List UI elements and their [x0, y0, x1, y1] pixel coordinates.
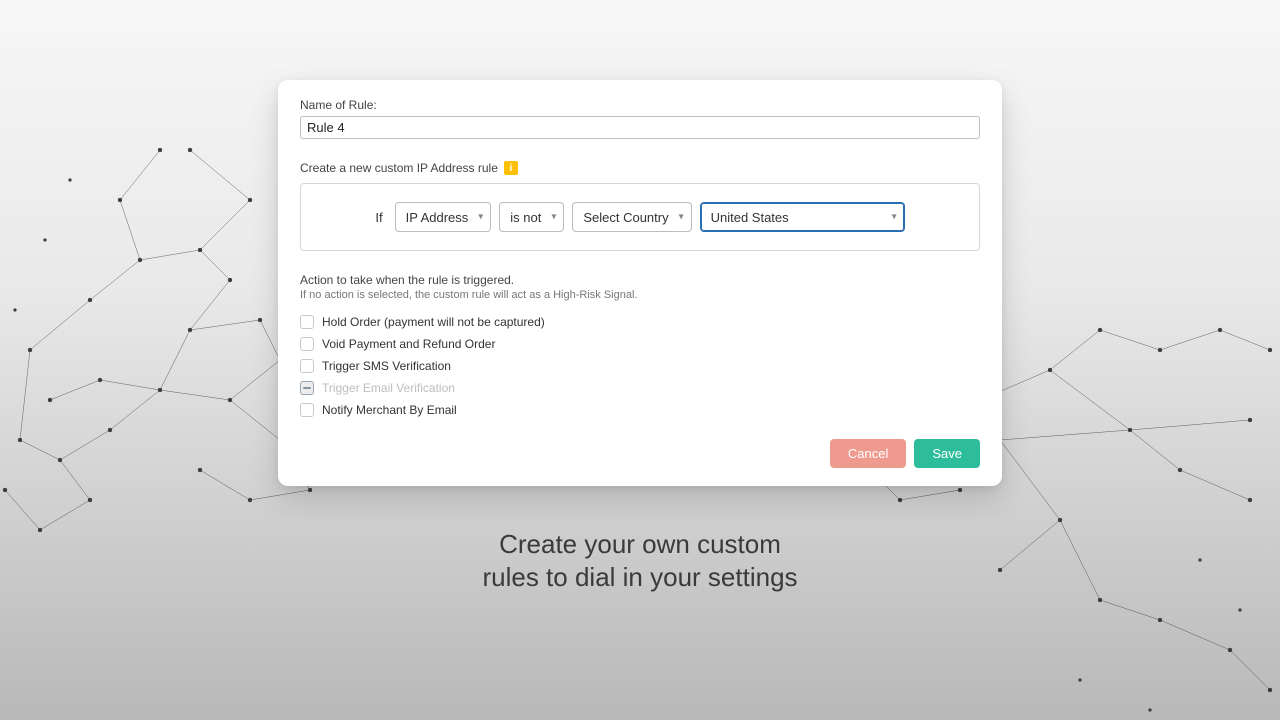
action-void-refund[interactable]: Void Payment and Refund Order [300, 337, 980, 351]
checkbox-label: Trigger Email Verification [322, 381, 455, 395]
selector-dropdown-value: Select Country [583, 210, 668, 225]
rule-name-input[interactable] [300, 116, 980, 139]
checkbox[interactable] [300, 337, 314, 351]
rule-builder-panel: If IP Address ▾ is not ▾ Select Country … [300, 183, 980, 251]
checkbox-label: Hold Order (payment will not be captured… [322, 315, 545, 329]
field-dropdown[interactable]: IP Address ▾ [395, 202, 492, 232]
field-dropdown-value: IP Address [406, 210, 469, 225]
action-hint-sub: If no action is selected, the custom rul… [300, 289, 980, 301]
tagline-line-1: Create your own custom [482, 528, 797, 561]
modal-footer: Cancel Save [300, 439, 980, 468]
checkbox-indeterminate [300, 381, 314, 395]
checkbox[interactable] [300, 315, 314, 329]
action-email-verification: Trigger Email Verification [300, 381, 980, 395]
action-hint: Action to take when the rule is triggere… [300, 273, 980, 287]
country-value-text: United States [711, 210, 789, 225]
tagline-line-2: rules to dial in your settings [482, 561, 797, 594]
rule-name-label: Name of Rule: [300, 98, 980, 112]
action-notify-merchant-email[interactable]: Notify Merchant By Email [300, 403, 980, 417]
info-icon[interactable]: i [504, 161, 518, 175]
action-checkbox-list: Hold Order (payment will not be captured… [300, 315, 980, 417]
rule-modal: Name of Rule: Create a new custom IP Add… [278, 80, 1002, 486]
rule-description-text: Create a new custom IP Address rule [300, 161, 498, 175]
if-label: If [375, 210, 382, 225]
save-button[interactable]: Save [914, 439, 980, 468]
country-value-dropdown[interactable]: United States ▾ [700, 202, 905, 232]
chevron-down-icon: ▾ [551, 212, 556, 223]
operator-dropdown-value: is not [510, 210, 541, 225]
operator-dropdown[interactable]: is not ▾ [499, 202, 564, 232]
checkbox[interactable] [300, 403, 314, 417]
marketing-tagline: Create your own custom rules to dial in … [482, 528, 797, 593]
selector-dropdown[interactable]: Select Country ▾ [572, 202, 691, 232]
checkbox-label: Void Payment and Refund Order [322, 337, 495, 351]
chevron-down-icon: ▾ [478, 212, 483, 223]
checkbox-label: Trigger SMS Verification [322, 359, 451, 373]
action-sms-verification[interactable]: Trigger SMS Verification [300, 359, 980, 373]
action-hold-order[interactable]: Hold Order (payment will not be captured… [300, 315, 980, 329]
cancel-button[interactable]: Cancel [830, 439, 906, 468]
checkbox-label: Notify Merchant By Email [322, 403, 457, 417]
checkbox[interactable] [300, 359, 314, 373]
chevron-down-icon: ▾ [679, 212, 684, 223]
chevron-down-icon: ▾ [892, 212, 897, 223]
